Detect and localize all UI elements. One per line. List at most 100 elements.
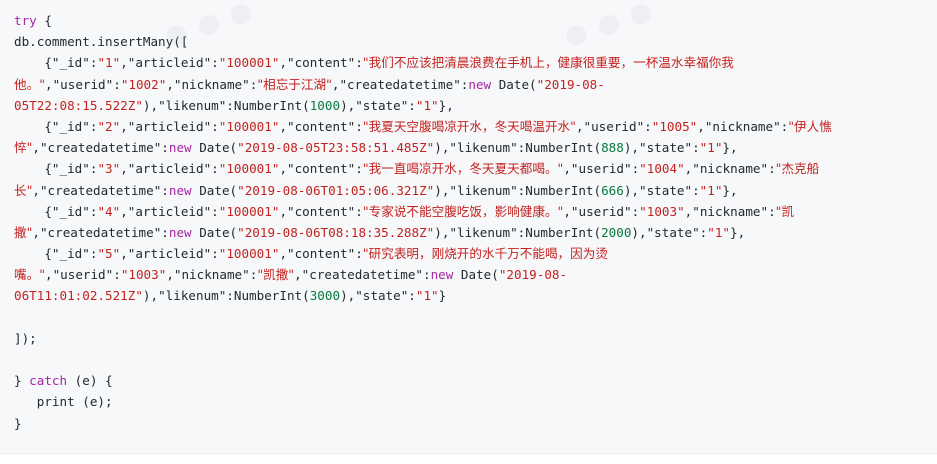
code-line: 嘴。","userid":"1003","nickname":"凯撒","cre… (14, 264, 937, 285)
code-token: new (468, 76, 492, 92)
code-token: ),"likenum":NumberInt( (142, 97, 310, 113)
code-line: 长","createdatetime":new Date("2019-08-06… (14, 180, 937, 201)
code-token: "_id" (51, 246, 90, 262)
code-token: 888 (601, 140, 624, 156)
code-token: ),"state": (623, 140, 700, 156)
code-token: ,"createdatetime": (32, 224, 169, 240)
code-token: print (e); (14, 394, 113, 410)
code-token: 他。" (14, 76, 45, 92)
code-line: ]); (14, 328, 937, 349)
code-token: "_id" (51, 55, 90, 71)
code-line: 06T11:01:02.521Z"),"likenum":NumberInt(3… (14, 285, 937, 306)
code-token: "2" (97, 118, 121, 134)
code-token: 05T22:08:15.522Z" (14, 97, 143, 113)
code-line: {"_id":"4","articleid":"100001","content… (14, 201, 937, 222)
code-token: "5" (97, 246, 121, 262)
code-line: {"_id":"1","articleid":"100001","content… (14, 52, 937, 73)
code-token: "1" (707, 224, 730, 240)
code-line: 他。","userid":"1002","nickname":"相忘于江湖","… (14, 74, 937, 95)
code-token: Date( (453, 267, 499, 283)
code-line: 05T22:08:15.522Z"),"likenum":NumberInt(1… (14, 95, 937, 116)
code-token: ,"articleid": (120, 55, 219, 71)
code-token: "100001" (218, 161, 280, 177)
code-token: } (438, 288, 447, 304)
code-block[interactable]: try { db.comment.insertMany([ {"_id":"1",… (0, 0, 937, 454)
code-token: "100001" (218, 118, 280, 134)
code-token: ]); (14, 330, 37, 346)
code-token: "3" (97, 161, 121, 177)
code-token: Date( (191, 140, 238, 156)
code-token: ,"createdatetime": (294, 267, 431, 283)
code-token: ,"createdatetime": (32, 140, 169, 156)
code-token: ),"likenum":NumberInt( (142, 288, 310, 304)
code-token: "1004" (639, 161, 685, 177)
code-token: "伊人憔 (788, 118, 832, 134)
code-token: ,"content": (279, 203, 363, 219)
code-token: "_id" (51, 161, 90, 177)
code-token: ,"userid": (575, 118, 652, 134)
code-token: ,"userid": (563, 203, 640, 219)
code-token: } (14, 415, 22, 431)
code-token: "100001" (218, 203, 280, 219)
code-line: {"_id":"2","articleid":"100001","content… (14, 116, 937, 137)
code-token: ,"createdatetime": (331, 76, 469, 92)
code-token: Date( (191, 182, 238, 198)
code-token: db.comment.insertMany([ (14, 34, 189, 50)
code-token: 嘴。" (14, 267, 45, 283)
code-token: Date( (191, 224, 238, 240)
code-token: 长" (14, 182, 33, 198)
code-line: {"_id":"3","articleid":"100001","content… (14, 158, 937, 179)
code-line: } (14, 413, 937, 434)
code-line: } catch (e) { (14, 370, 937, 391)
code-line: db.comment.insertMany([ (14, 31, 937, 52)
code-token: { (14, 55, 52, 71)
code-token: ,"articleid": (120, 246, 219, 262)
code-token: ),"state": (631, 224, 708, 240)
code-token: "1002" (120, 76, 167, 92)
code-token: "1" (415, 97, 439, 113)
code-line: try { (14, 10, 937, 31)
code-content: try { db.comment.insertMany([ {"_id":"1",… (14, 10, 937, 434)
code-token: { (14, 118, 52, 134)
code-token: "1" (699, 182, 723, 198)
code-token: new (168, 140, 192, 156)
code-token: Date( (491, 76, 537, 92)
code-token: ,"articleid": (120, 203, 219, 219)
code-token: ),"state": (340, 288, 416, 304)
code-token: ),"state": (340, 97, 416, 113)
code-token: { (36, 13, 52, 28)
code-token: 悴" (14, 140, 33, 156)
code-token: "凯撒" (257, 267, 295, 283)
code-token: "1003" (639, 203, 685, 219)
code-token: "杰克船 (775, 161, 820, 177)
code-token: "_id" (51, 118, 90, 134)
code-line: 悴","createdatetime":new Date("2019-08-05… (14, 137, 937, 158)
code-token: ,"articleid": (120, 161, 219, 177)
code-token: "相忘于江湖" (257, 76, 332, 92)
code-token: { (14, 246, 52, 262)
code-token: "4" (97, 203, 121, 219)
code-token: } (14, 373, 30, 389)
code-token: "2019-08-06T01:05:06.321Z" (237, 182, 435, 198)
code-token: "1" (415, 288, 439, 304)
code-token: }, (722, 140, 738, 156)
code-token: "研究表明，刚烧开的水千万不能喝，因为烫 (362, 246, 608, 262)
code-token: ,"createdatetime": (32, 182, 169, 198)
code-token: "专家说不能空腹吃饭，影响健康。" (362, 203, 564, 219)
code-token: ,"userid": (44, 76, 121, 92)
code-token: ,"nickname": (166, 267, 258, 283)
code-token: 666 (601, 182, 624, 198)
code-token: 2000 (601, 224, 632, 240)
code-token: ,"content": (279, 55, 363, 71)
code-token: ),"likenum":NumberInt( (434, 182, 602, 198)
code-token: }, (438, 97, 454, 113)
code-token: ,"nickname": (684, 203, 776, 219)
code-token: new (430, 267, 454, 283)
code-token: ,"nickname": (166, 76, 258, 92)
code-token: ,"content": (279, 118, 363, 134)
code-token: "凯 (775, 203, 795, 219)
code-token: "2019-08-06T08:18:35.288Z" (237, 224, 435, 240)
code-line: {"_id":"5","articleid":"100001","content… (14, 243, 937, 264)
code-token: "我一直喝凉开水，冬天夏天都喝。" (362, 161, 564, 177)
